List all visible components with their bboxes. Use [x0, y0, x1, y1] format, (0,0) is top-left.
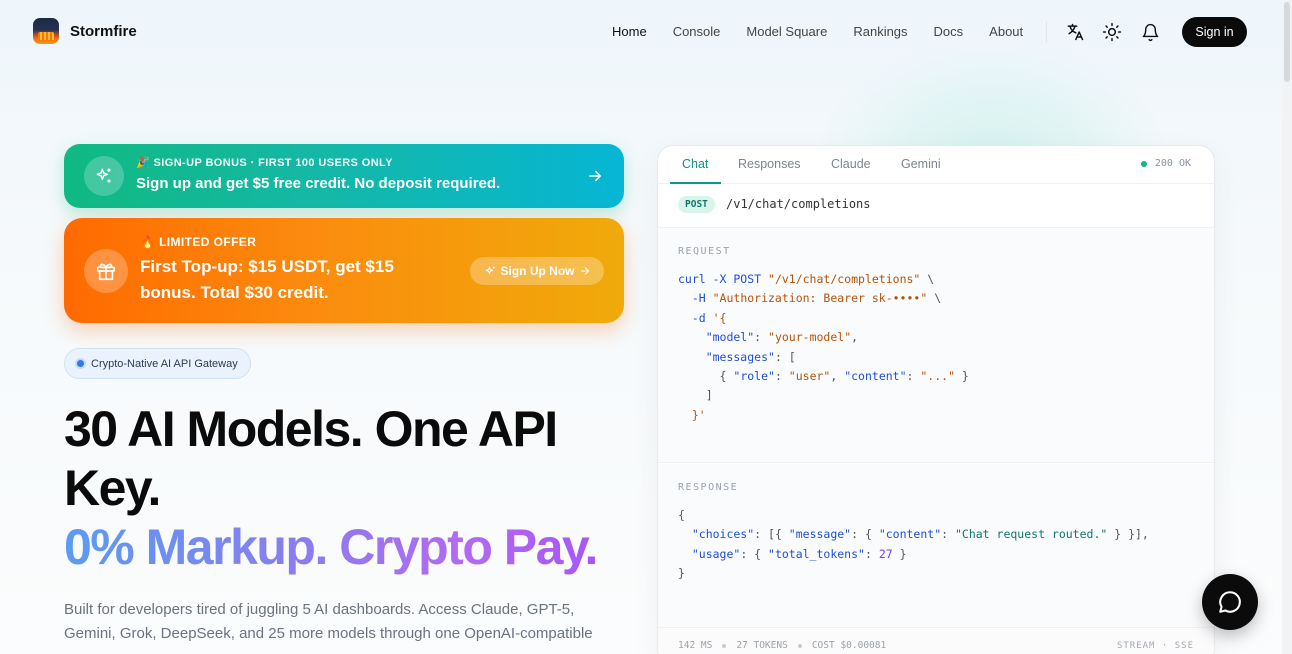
- request-code: curl -X POST "/v1/chat/completions" \ -H…: [678, 272, 969, 422]
- code-tabs: Chat Responses Claude Gemini 200 OK: [658, 146, 1214, 184]
- arrow-right-icon: [589, 170, 601, 182]
- brand-logo: [33, 18, 59, 44]
- status-dot: [1140, 160, 1147, 167]
- hero-headline-gradient: 0% Markup. Crypto Pay.: [64, 519, 598, 575]
- hero-lead: Built for developers tired of juggling 5…: [64, 601, 593, 642]
- cost-label: COST: [811, 640, 835, 651]
- tab-claude[interactable]: Claude: [831, 157, 871, 171]
- signup-bonus-kicker: 🎉 SIGN-UP BONUS · FIRST 100 USERS ONLY: [136, 157, 393, 169]
- nav-home[interactable]: Home: [612, 24, 647, 39]
- nav-model-square[interactable]: Model Square: [746, 24, 827, 39]
- latency-stat: 142 MS: [678, 640, 713, 651]
- brand[interactable]: Stormfire: [33, 18, 137, 44]
- endpoint-row: POST /v1/chat/completions: [658, 184, 1214, 228]
- status-text: 200 OK: [1154, 158, 1191, 169]
- endpoint-path: /v1/chat/completions: [726, 197, 871, 211]
- limited-offer-banner: 🔥 LIMITED OFFER First Top-up: $15 USDT, …: [64, 218, 624, 323]
- gateway-pill-label: Crypto-Native AI API Gateway: [91, 357, 238, 370]
- sparkles-icon: [84, 156, 124, 196]
- arrow-right-icon: [580, 267, 589, 275]
- nav-about[interactable]: About: [989, 24, 1023, 39]
- sign-up-now-label: Sign Up Now: [500, 264, 575, 278]
- request-stats: 142 MS 27 TOKENS COST $0.00081: [678, 640, 886, 651]
- signup-bonus-title: Sign up and get $5 free credit. No depos…: [136, 175, 501, 192]
- response-status: 200 OK: [1140, 158, 1191, 169]
- signup-bonus-banner[interactable]: 🎉 SIGN-UP BONUS · FIRST 100 USERS ONLY S…: [64, 144, 624, 208]
- code-panel-footer: 142 MS 27 TOKENS COST $0.00081 STREAM · …: [658, 628, 1214, 654]
- response-section: RESPONSE { "choices": [{ "message": { "c…: [658, 464, 1214, 628]
- translate-icon[interactable]: [1064, 21, 1086, 43]
- top-nav: Stormfire Home Console Model Square Rank…: [0, 0, 1280, 64]
- scrollbar-thumb[interactable]: [1284, 2, 1290, 82]
- limited-offer-kicker: 🔥 LIMITED OFFER: [140, 235, 257, 249]
- sign-in-button[interactable]: Sign in: [1182, 17, 1247, 47]
- sun-icon[interactable]: [1101, 21, 1123, 43]
- tab-responses[interactable]: Responses: [738, 157, 801, 171]
- response-label: RESPONSE: [678, 482, 739, 493]
- tab-chat[interactable]: Chat: [682, 157, 708, 171]
- nav-divider: [1046, 21, 1047, 43]
- page-scrollbar[interactable]: [1282, 0, 1292, 654]
- request-label: REQUEST: [678, 246, 731, 257]
- api-code-panel: Chat Responses Claude Gemini 200 OK POST…: [657, 145, 1215, 654]
- chat-bubble-icon: [1219, 591, 1241, 613]
- gateway-pill: Crypto-Native AI API Gateway: [64, 348, 251, 379]
- status-dot: [77, 360, 84, 367]
- hero-headline: 30 AI Models. One API Key.: [64, 401, 558, 516]
- request-section: REQUEST curl -X POST "/v1/chat/completio…: [658, 228, 1214, 463]
- separator-dot: [722, 643, 727, 648]
- tokens-stat: 27 TOKENS: [736, 640, 788, 651]
- bell-icon[interactable]: [1139, 21, 1161, 43]
- separator-dot: [797, 643, 802, 648]
- nav-console[interactable]: Console: [673, 24, 721, 39]
- main-menu: Home Console Model Square Rankings Docs …: [612, 24, 1023, 39]
- cost-value: $0.00081: [840, 640, 887, 651]
- stream-mode: STREAM · SSE: [1116, 641, 1194, 651]
- sign-up-now-button[interactable]: Sign Up Now: [470, 257, 604, 285]
- sparkles-icon: [485, 266, 495, 274]
- nav-docs[interactable]: Docs: [934, 24, 964, 39]
- http-method-badge: POST: [678, 196, 715, 213]
- response-code: { "choices": [{ "message": { "content": …: [678, 508, 1149, 581]
- gift-icon: [84, 249, 128, 293]
- brand-name: Stormfire: [70, 22, 137, 40]
- tab-gemini[interactable]: Gemini: [901, 157, 941, 171]
- nav-rankings[interactable]: Rankings: [853, 24, 907, 39]
- limited-offer-title: First Top-up: $15 USDT, get $15 bonus. T…: [140, 257, 394, 302]
- chat-support-button[interactable]: [1202, 574, 1258, 630]
